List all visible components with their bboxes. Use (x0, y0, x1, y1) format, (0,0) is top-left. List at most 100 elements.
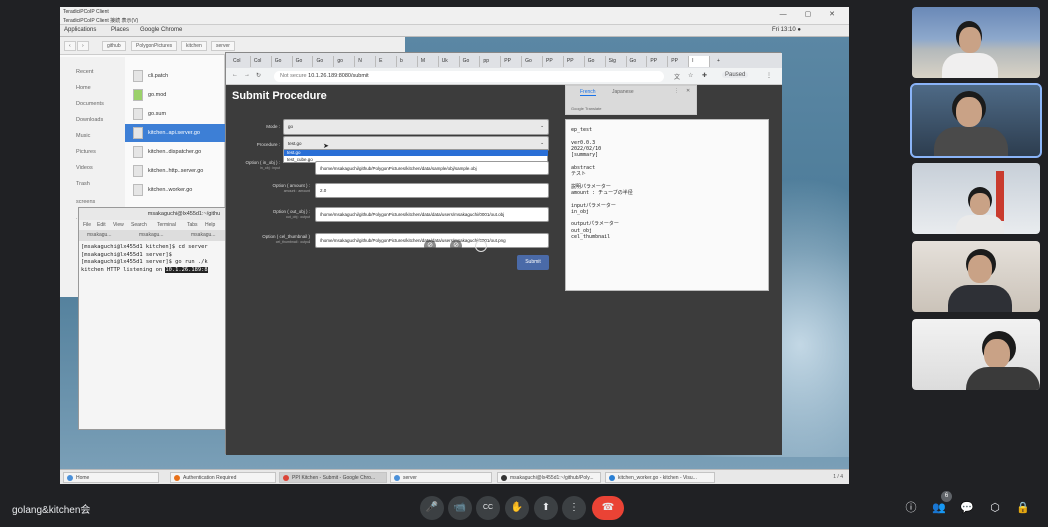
menu-help[interactable]: Help (205, 222, 215, 228)
sidebar-screens[interactable]: screens (76, 199, 95, 205)
terminal-tab[interactable]: msakagu... (87, 232, 111, 238)
menu-view[interactable]: View (113, 222, 124, 228)
back-button[interactable]: ‹ (64, 41, 76, 51)
captions-icon[interactable]: CC (476, 496, 500, 520)
end-call-icon[interactable]: ☎ (592, 496, 624, 520)
taskbar-item-server[interactable]: server (390, 472, 492, 483)
profile-button[interactable]: Paused (722, 72, 749, 78)
sidebar-documents[interactable]: Documents (76, 101, 104, 107)
security-indicator[interactable]: Not secure (280, 73, 307, 79)
address-bar[interactable]: Not secure 10.1.26.189:8080/submit (274, 71, 664, 82)
microphone-icon[interactable]: 🎤 (420, 496, 444, 520)
browser-tab[interactable]: b (397, 56, 418, 67)
participant-tile[interactable] (912, 7, 1040, 78)
browser-tab[interactable]: Uk (439, 56, 460, 67)
forward-icon[interactable]: → (244, 72, 250, 78)
taskbar-item-auth[interactable]: Authentication Required (170, 472, 276, 483)
translate-tab-french[interactable]: French (580, 89, 596, 96)
menu-file[interactable]: File (83, 222, 91, 228)
extension-icon[interactable]: ✚ (702, 72, 707, 79)
crumb-server[interactable]: server (211, 41, 235, 51)
participant-tile[interactable] (912, 163, 1040, 234)
browser-tab[interactable]: M (418, 56, 439, 67)
host-controls-icon[interactable]: 🔒 (1013, 498, 1033, 518)
applications-menu[interactable]: Applications (64, 27, 96, 33)
browser-tab[interactable]: PP (647, 56, 669, 67)
taskbar-item-vscode[interactable]: kitchen_worker.go - kitchen - Visu... (605, 472, 715, 483)
browser-tab[interactable]: Go (460, 56, 481, 67)
browser-tab[interactable]: Col (230, 56, 251, 67)
sidebar-downloads[interactable]: Downloads (76, 117, 103, 123)
taskbar-item-home[interactable]: Home (63, 472, 159, 483)
kebab-menu-icon[interactable]: ⋮ (766, 72, 772, 79)
more-options-icon[interactable]: ⋮ (562, 496, 586, 520)
browser-tab[interactable]: Go (293, 56, 314, 67)
option1-input[interactable]: /home/msakaguchi/github/PolygonPictures/… (315, 161, 549, 175)
browser-tab[interactable]: Go (272, 56, 293, 67)
activities-icon[interactable]: ⬡ (985, 498, 1005, 518)
back-icon[interactable]: ← (232, 72, 238, 78)
browser-tab[interactable]: PP (668, 56, 690, 67)
browser-tab[interactable]: PP (564, 56, 585, 67)
submit-button[interactable]: Submit (517, 255, 549, 270)
option3-input[interactable]: /home/msakaguchi/github/PolygonPictures/… (315, 207, 549, 222)
browser-tab[interactable]: PP (501, 56, 523, 67)
browser-tab[interactable]: E (376, 56, 397, 67)
info-icon[interactable]: ⓘ (901, 498, 921, 518)
raise-hand-icon[interactable]: ✋ (505, 496, 529, 520)
option2-input[interactable]: 2.0 (315, 183, 549, 198)
muted-speaker-icon[interactable]: ⊘ (450, 240, 462, 252)
browser-tab[interactable]: Go (313, 56, 335, 67)
places-menu[interactable]: Places (111, 27, 129, 33)
file-item[interactable]: kitchen..worker.go (125, 181, 225, 199)
browser-tab[interactable]: N (355, 56, 377, 67)
crumb-polygonpictures[interactable]: PolygonPictures (131, 41, 178, 51)
terminal-tab[interactable]: msakagu... (191, 232, 215, 238)
participant-tile-active[interactable] (910, 83, 1042, 158)
menu-terminal[interactable]: Terminal (157, 222, 176, 228)
file-item[interactable]: go.sum (125, 105, 225, 123)
chat-icon[interactable]: 💬 (957, 498, 977, 518)
taskbar-item-terminal[interactable]: msakaguchi@lx455d1:~/github/Poly... (497, 472, 601, 483)
sidebar-pictures[interactable]: Pictures (76, 149, 96, 155)
browser-tab[interactable]: Go (522, 56, 544, 67)
menu-search[interactable]: Search (131, 222, 147, 228)
browser-tab[interactable]: PP (543, 56, 564, 67)
mode-select[interactable]: go ⌄ (283, 119, 549, 135)
taskbar-item-chrome[interactable]: PPI Kitchen - Submit - Google Chro... (279, 472, 387, 483)
sidebar-videos[interactable]: Videos (76, 165, 93, 171)
menu-tabs[interactable]: Tabs (187, 222, 198, 228)
browser-tab[interactable]: pp (480, 56, 502, 67)
crumb-github[interactable]: github (102, 41, 126, 51)
participant-tile[interactable] (912, 241, 1040, 312)
chrome-menu[interactable]: Google Chrome (140, 27, 182, 33)
camera-icon[interactable]: 📹 (448, 496, 472, 520)
file-item[interactable]: kitchen..dispatcher.go (125, 143, 225, 161)
crumb-kitchen[interactable]: kitchen (181, 41, 207, 51)
browser-tab[interactable]: go (334, 56, 356, 67)
browser-tab[interactable]: Col (251, 56, 272, 67)
forward-button[interactable]: › (77, 41, 89, 51)
present-screen-icon[interactable]: ⬆ (534, 496, 558, 520)
muted-mic-icon[interactable]: ⊘ (424, 240, 436, 252)
sidebar-recent[interactable]: Recent (76, 69, 93, 75)
file-item[interactable]: kitchen..api.server.go (125, 124, 225, 142)
star-icon[interactable]: ☆ (688, 72, 693, 79)
browser-tab[interactable]: Go (585, 56, 606, 67)
reload-icon[interactable]: ↻ (256, 72, 261, 79)
sidebar-music[interactable]: Music (76, 133, 90, 139)
menu-edit[interactable]: Edit (97, 222, 106, 228)
window-controls[interactable]: — ▢ ✕ (780, 10, 843, 18)
sidebar-trash[interactable]: Trash (76, 181, 90, 187)
workspace-indicator[interactable]: 1 / 4 (833, 474, 843, 480)
close-icon[interactable]: ✕ (686, 88, 690, 94)
kebab-menu-icon[interactable]: ⋮ (674, 88, 679, 94)
new-tab-icon[interactable]: + (714, 56, 723, 67)
terminal-tab[interactable]: msakagu... (139, 232, 163, 238)
browser-tab[interactable]: Sig (606, 56, 627, 67)
translate-tab-japanese[interactable]: Japanese (612, 89, 634, 95)
minus-circle-icon[interactable]: − (475, 240, 487, 252)
browser-tab[interactable]: I (689, 56, 710, 67)
file-item[interactable]: cli.patch (125, 67, 225, 85)
participant-tile[interactable] (912, 319, 1040, 390)
